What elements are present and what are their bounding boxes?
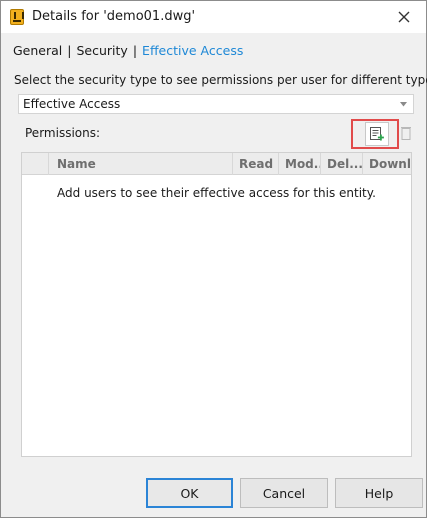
- remove-button[interactable]: [399, 124, 413, 142]
- tab-bar: General | Security | Effective Access: [13, 42, 243, 58]
- window-title: Details for 'demo01.dwg': [32, 9, 196, 24]
- help-button[interactable]: Help: [335, 478, 423, 508]
- tab-separator: |: [132, 42, 138, 58]
- column-header-download[interactable]: Downlo...: [362, 153, 411, 175]
- empty-table-message: Add users to see their effective access …: [57, 186, 376, 200]
- column-header-select[interactable]: [22, 153, 48, 175]
- tab-separator: |: [67, 42, 72, 58]
- details-dialog: Details for 'demo01.dwg' General | Secur…: [0, 0, 427, 518]
- add-users-button[interactable]: [365, 122, 389, 146]
- cancel-button[interactable]: Cancel: [240, 478, 328, 508]
- column-header-delete[interactable]: Del...: [320, 153, 362, 175]
- tab-effective-access[interactable]: Effective Access: [142, 43, 243, 58]
- security-type-value: Effective Access: [23, 97, 121, 111]
- permissions-label: Permissions:: [25, 126, 101, 140]
- title-bar: Details for 'demo01.dwg': [1, 1, 426, 33]
- vault-app-icon: [10, 9, 24, 25]
- remove-icon: [401, 127, 411, 140]
- close-icon: [398, 11, 410, 23]
- tab-general[interactable]: General: [13, 43, 62, 58]
- tab-security[interactable]: Security: [76, 43, 127, 58]
- instruction-text: Select the security type to see permissi…: [14, 73, 427, 87]
- close-button[interactable]: [391, 5, 417, 29]
- column-header-modify[interactable]: Mod...: [278, 153, 320, 175]
- ok-button[interactable]: OK: [146, 478, 233, 508]
- chevron-down-icon: [400, 102, 407, 107]
- table-header: Name Read Mod... Del... Downlo...: [22, 153, 411, 175]
- security-type-select[interactable]: Effective Access: [18, 94, 414, 114]
- column-header-read[interactable]: Read: [232, 153, 278, 175]
- permissions-table: Name Read Mod... Del... Downlo... Add us…: [21, 152, 412, 457]
- column-header-name[interactable]: Name: [48, 153, 232, 175]
- add-users-icon: [370, 127, 384, 141]
